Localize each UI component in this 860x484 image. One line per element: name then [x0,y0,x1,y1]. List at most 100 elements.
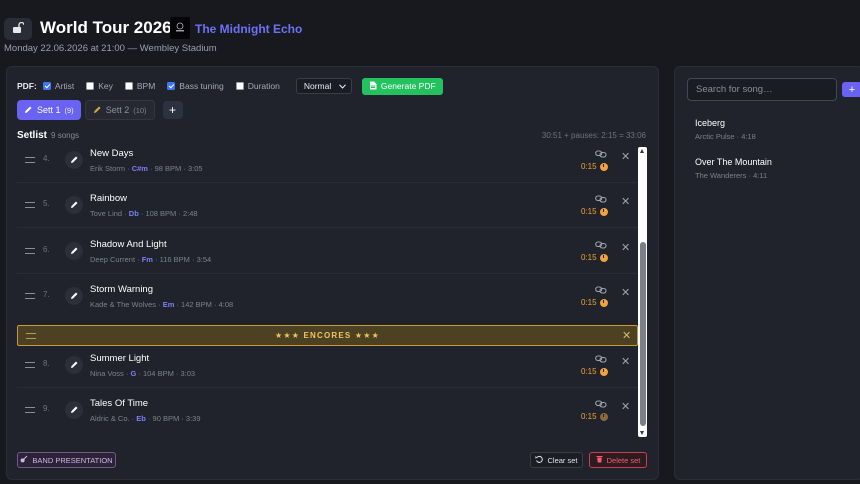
setlist-panel: PDF: Artist Key BPM Bass tuning Duration… [6,66,659,480]
setlist-scrollbar[interactable] [638,147,647,437]
pause-duration[interactable]: 0:15 [581,207,608,216]
pause-value: 0:15 [581,298,597,307]
pdf-option-bpm[interactable]: BPM [124,81,156,91]
band-name[interactable]: The Midnight Echo [195,22,302,36]
pause-duration[interactable]: 0:15 [581,162,608,171]
table-row: 5. Rainbow Tove Lind · Db · 108 BPM · 2:… [17,183,638,228]
song-artist: Erik Storm [90,164,126,173]
checkbox-checked[interactable] [167,82,176,90]
drag-handle-icon[interactable] [25,202,35,208]
scroll-up-arrow-icon[interactable] [640,149,644,153]
link-icon[interactable] [595,190,607,208]
song-length: 3:39 [185,414,201,423]
remove-song-button[interactable]: ✕ [621,150,630,163]
trash-icon [596,455,603,465]
unlock-icon [12,20,25,38]
lock-button[interactable] [4,18,32,40]
song-title: New Days [90,148,134,159]
pause-value: 0:15 [581,412,597,421]
song-length: 2:48 [182,209,198,218]
close-icon: ✕ [621,356,631,368]
link-icon[interactable] [595,281,607,299]
list-item[interactable]: Over The Mountain The Wanderers · 4:11 [695,157,772,180]
song-meta: Kade & The Wolves · Em · 142 BPM · 4:08 [90,300,234,309]
drag-handle-icon[interactable] [25,407,35,413]
song-meta: Nina Voss · G · 104 BPM · 3:03 [90,369,196,378]
setlist-list: 4. New Days Erik Storm · C#m · 98 BPM · … [17,147,638,437]
edit-song-button[interactable] [65,151,83,169]
remove-song-button[interactable]: ✕ [621,195,630,208]
remove-song-button[interactable]: ✕ [621,241,630,254]
drag-handle-icon[interactable] [25,157,35,163]
remove-song-button[interactable]: ✕ [621,400,630,413]
button-label: Delete set [606,455,641,465]
song-title: Tales Of Time [90,398,149,409]
pencil-icon [70,196,79,214]
clock-icon [599,253,608,262]
library-song-meta: The Wanderers · 4:11 [695,171,768,180]
pause-duration[interactable]: 0:15 [581,367,608,376]
remove-song-button[interactable]: ✕ [621,355,630,368]
pause-value: 0:15 [581,253,597,262]
scrollbar-thumb[interactable] [639,242,646,426]
edit-song-button[interactable] [65,287,83,305]
clear-set-button[interactable]: Clear set [530,452,583,468]
band-presentation-button[interactable]: BAND PRESENTATION [17,452,116,468]
pause-duration[interactable]: 0:15 [581,412,608,421]
checkbox[interactable] [86,82,95,90]
drag-handle-icon[interactable] [25,248,35,254]
pdf-option-duration[interactable]: Duration [235,81,280,91]
guitar-icon [20,455,28,465]
button-label: BAND PRESENTATION [32,455,113,465]
edit-song-button[interactable] [65,196,83,214]
remove-encore-button[interactable]: ✕ [622,329,631,342]
song-number: 7. [43,290,50,299]
option-label: BPM [136,81,156,91]
link-icon[interactable] [595,147,607,163]
pause-duration[interactable]: 0:15 [581,298,608,307]
encore-label: ★★★ ENCORES ★★★ [274,331,381,340]
band-logo [170,17,190,39]
add-set-button[interactable]: + [162,101,183,119]
checkbox[interactable] [235,82,244,90]
edit-song-button[interactable] [65,356,83,374]
pencil-icon [93,105,102,116]
option-label: Artist [54,81,75,91]
search-input[interactable] [687,78,837,101]
library-song-title: Over The Mountain [695,157,772,167]
song-length: 4:08 [218,300,234,309]
pdf-format-select[interactable]: Normal [295,78,352,94]
link-icon[interactable] [595,236,607,254]
link-icon[interactable] [595,350,607,368]
edit-song-button[interactable] [65,242,83,260]
pdf-option-artist[interactable]: Artist [42,81,75,91]
generate-pdf-button[interactable]: Generate PDF [361,77,443,95]
delete-set-button[interactable]: Delete set [589,452,647,468]
link-icon[interactable] [595,395,607,413]
song-key: C#m [131,164,148,173]
song-key: Em [162,300,175,309]
drag-handle-icon[interactable] [25,293,35,299]
song-number: 5. [43,199,50,208]
clock-icon [599,207,608,216]
library-song-title: Iceberg [695,118,726,128]
tab-sett-2[interactable]: Sett 2 (10) [84,100,155,120]
song-library-panel: + Iceberg Arctic Pulse · 4:18 Over The M… [674,66,860,480]
pdf-option-key[interactable]: Key [86,81,113,91]
edit-song-button[interactable] [65,401,83,419]
pause-duration[interactable]: 0:15 [581,253,608,262]
add-song-button[interactable]: + [842,82,860,97]
table-row: 4. New Days Erik Storm · C#m · 98 BPM · … [17,147,638,183]
option-label: Key [98,81,113,91]
list-item[interactable]: Iceberg Arctic Pulse · 4:18 [695,118,756,141]
pdf-option-bass-tuning[interactable]: Bass tuning [167,81,224,91]
option-label: Bass tuning [179,81,224,91]
remove-song-button[interactable]: ✕ [621,286,630,299]
checkbox-checked[interactable] [42,82,51,90]
select-value: Normal [303,81,332,91]
drag-handle-icon[interactable] [25,362,35,368]
tab-sett-1[interactable]: Sett 1 (9) [17,100,81,120]
scroll-down-arrow-icon[interactable] [640,431,644,435]
song-title: Summer Light [90,353,150,364]
checkbox[interactable] [124,82,133,90]
